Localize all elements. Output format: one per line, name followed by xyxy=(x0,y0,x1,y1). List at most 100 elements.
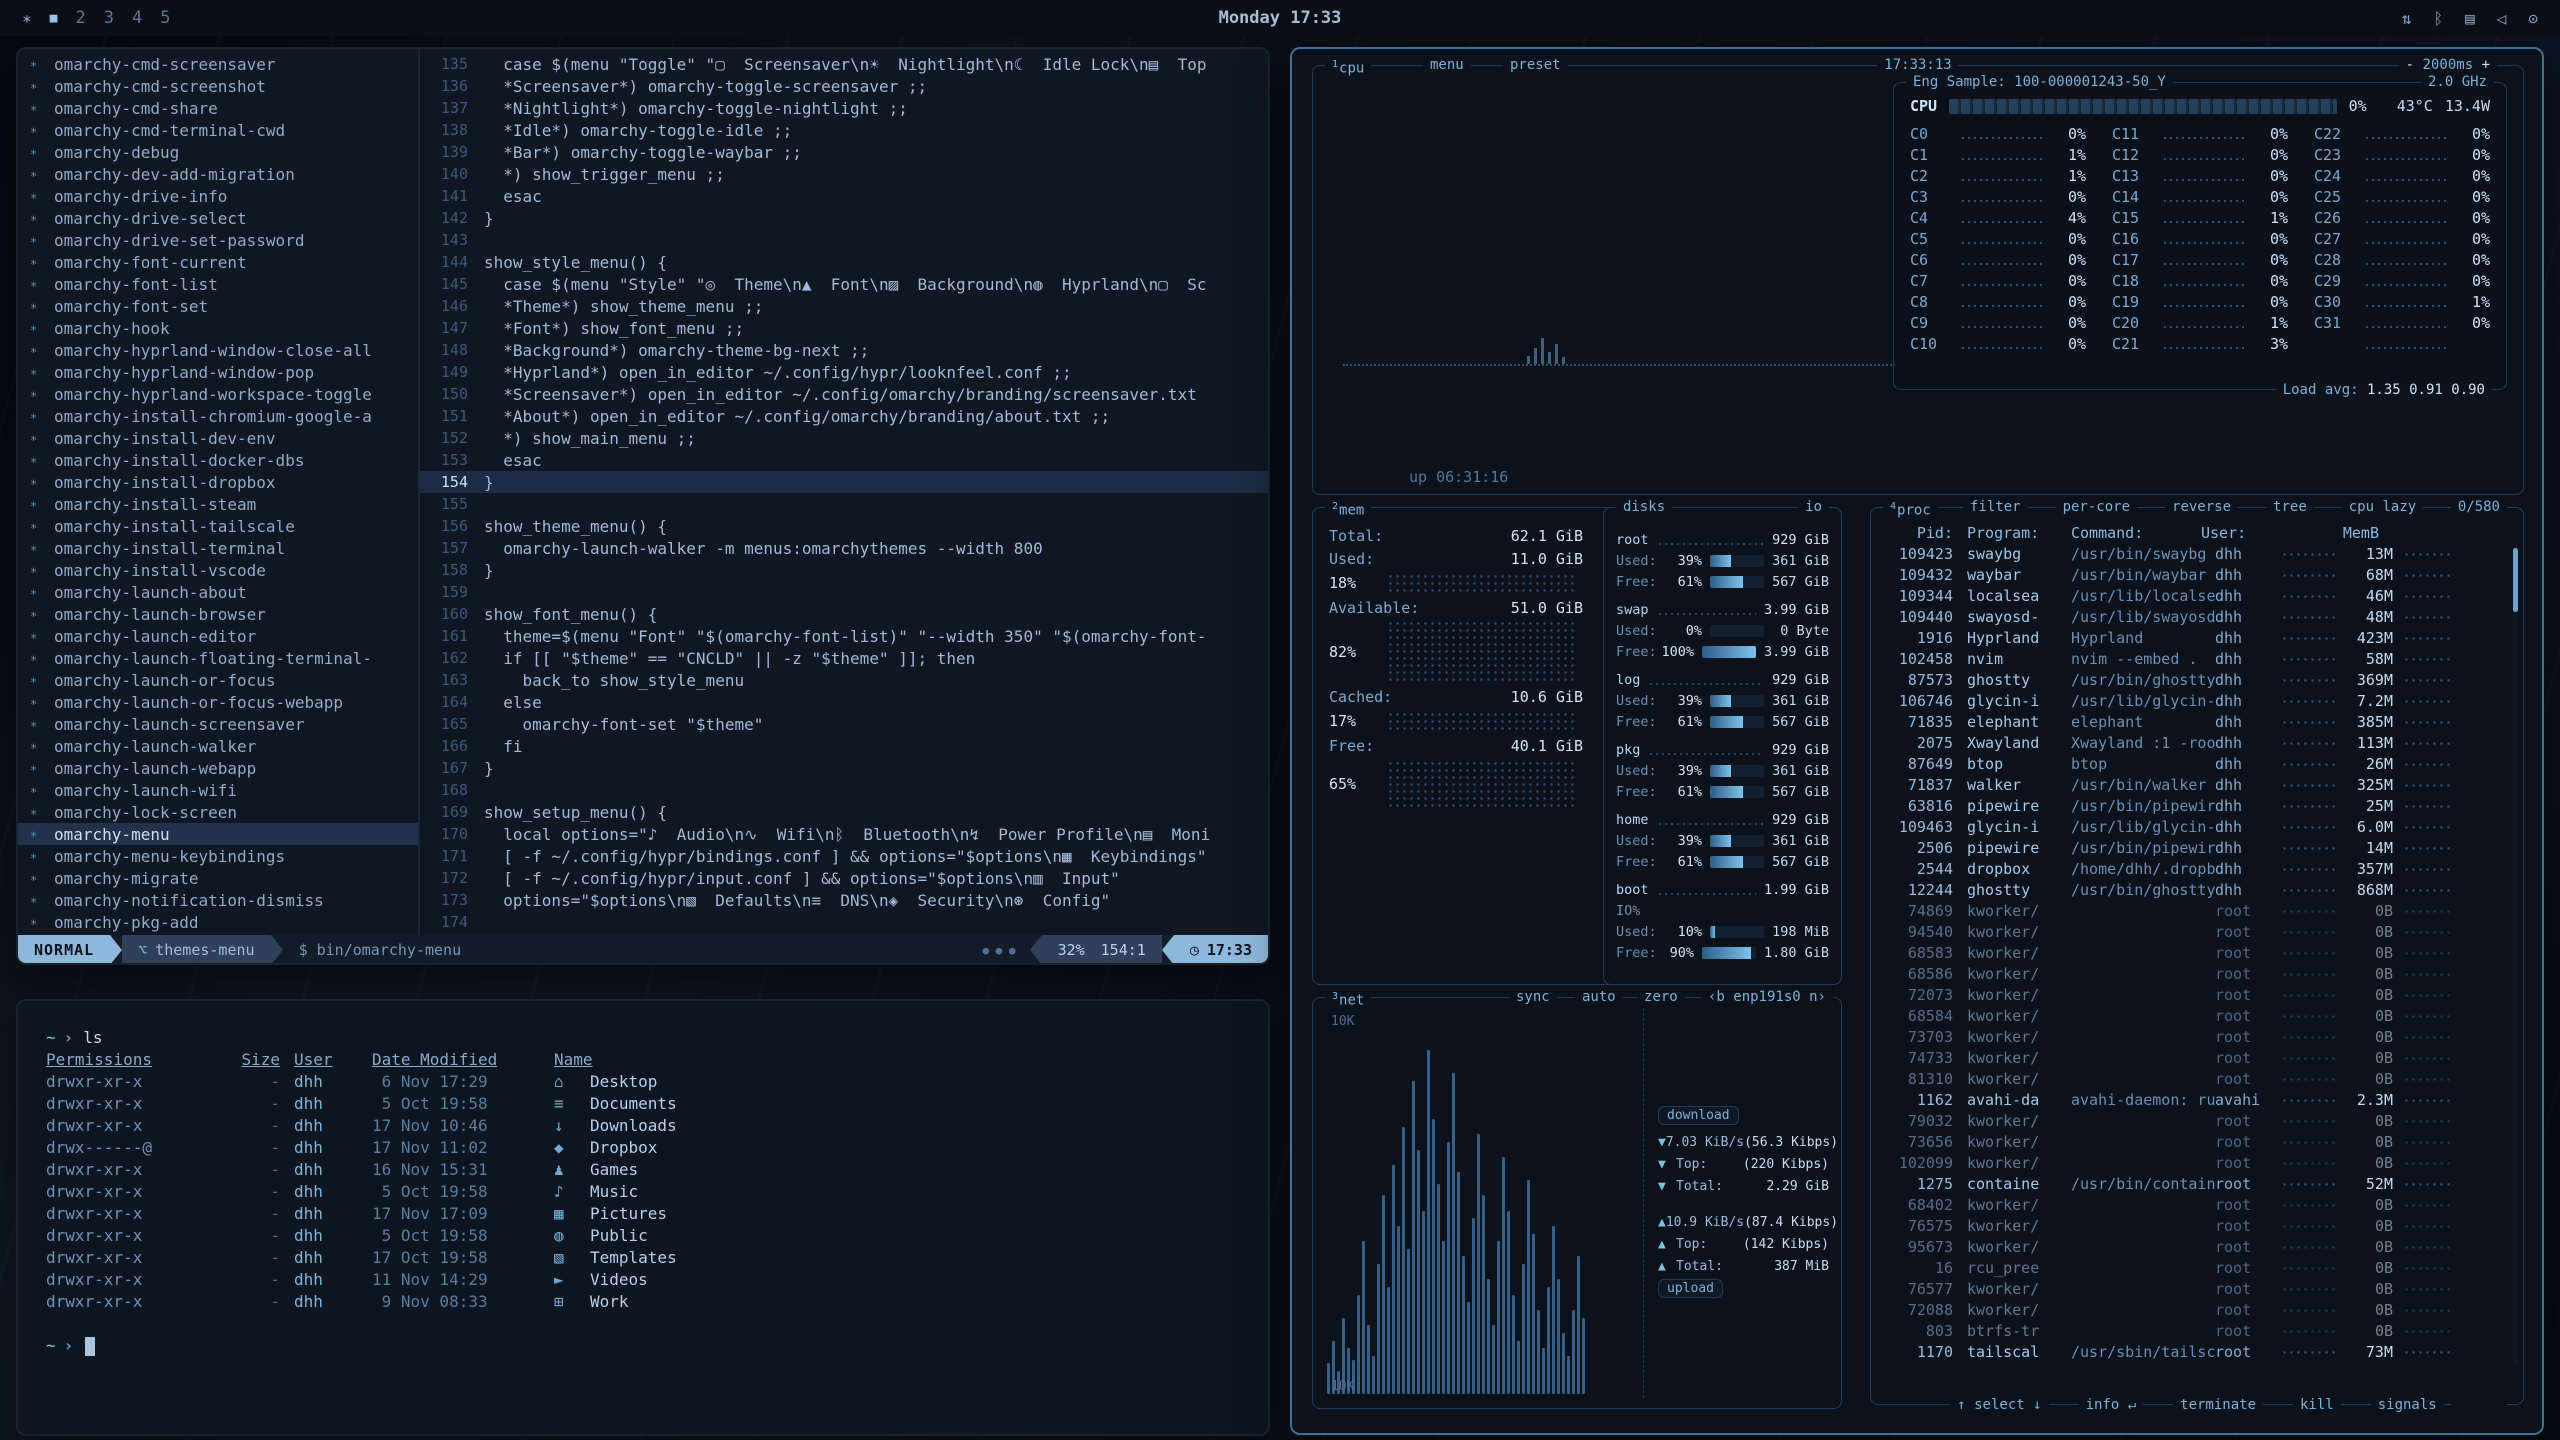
code-line[interactable]: 143 xyxy=(420,229,1268,251)
net-auto-button[interactable]: auto xyxy=(1575,987,1623,1007)
file-row[interactable]: ∗ omarchy-launch-wifi xyxy=(18,779,418,801)
display-icon[interactable]: ▤ xyxy=(2465,9,2475,28)
proc-footer-button[interactable]: info ↵ xyxy=(2079,1395,2144,1415)
file-row[interactable]: ∗ omarchy-migrate xyxy=(18,867,418,889)
code-line[interactable]: 168 xyxy=(420,779,1268,801)
code-line[interactable]: 163 back_to show_style_menu xyxy=(420,669,1268,691)
process-row[interactable]: 1162 avahi-da avahi-daemon: running [ av… xyxy=(1871,1089,2523,1110)
process-row[interactable]: 87573 ghostty /usr/bin/ghostty --gtk- dh… xyxy=(1871,669,2523,690)
preset-button[interactable]: preset xyxy=(1503,55,1568,75)
process-row[interactable]: 68583 kworker/ root 0B 0.0 xyxy=(1871,942,2523,963)
col-pid[interactable]: Pid: xyxy=(1881,524,1953,542)
process-row[interactable]: 71835 elephant elephant dhh 385M 0.0 xyxy=(1871,711,2523,732)
process-row[interactable]: 73703 kworker/ root 0B 0.0 xyxy=(1871,1026,2523,1047)
folder-name[interactable]: Videos xyxy=(590,1269,1240,1291)
vpn-icon[interactable]: ⇅ xyxy=(2402,9,2412,28)
code-line[interactable]: 171 [ -f ~/.config/hypr/bindings.conf ] … xyxy=(420,845,1268,867)
code-line[interactable]: 167 } xyxy=(420,757,1268,779)
file-row[interactable]: ∗ omarchy-install-steam xyxy=(18,493,418,515)
proc-footer-button[interactable]: signals xyxy=(2371,1395,2444,1415)
workspace-button[interactable]: 3 xyxy=(104,8,114,28)
menu-button[interactable]: menu xyxy=(1423,55,1471,75)
process-row[interactable]: 803 btrfs-tr root 0B 0.0 xyxy=(1871,1320,2523,1341)
process-row[interactable]: 63816 pipewire /usr/bin/pipewire dhh 25M… xyxy=(1871,795,2523,816)
code-line[interactable]: 162 if [[ "$theme" == "CNCLD" || -z "$th… xyxy=(420,647,1268,669)
file-row[interactable]: ∗ omarchy-drive-select xyxy=(18,207,418,229)
file-row[interactable]: ∗ omarchy-launch-browser xyxy=(18,603,418,625)
folder-name[interactable]: Templates xyxy=(590,1247,1240,1269)
process-row[interactable]: 72073 kworker/ root 0B 0.0 xyxy=(1871,984,2523,1005)
file-row[interactable]: ∗ omarchy-install-dev-env xyxy=(18,427,418,449)
file-row[interactable]: ∗ omarchy-cmd-share xyxy=(18,97,418,119)
file-row[interactable]: ∗ omarchy-launch-about xyxy=(18,581,418,603)
process-row[interactable]: 72088 kworker/ root 0B 0.0 xyxy=(1871,1299,2523,1320)
file-row[interactable]: ∗ omarchy-install-vscode xyxy=(18,559,418,581)
folder-name[interactable]: Desktop xyxy=(590,1071,1240,1093)
col-command[interactable]: Command: xyxy=(2057,524,2201,542)
file-row[interactable]: ∗ omarchy-hyprland-workspace-toggle xyxy=(18,383,418,405)
code-line[interactable]: 148 *Background*) omarchy-theme-bg-next … xyxy=(420,339,1268,361)
process-row[interactable]: 1275 containe /usr/bin/containerd root 5… xyxy=(1871,1173,2523,1194)
code-line[interactable]: 137 *Nightlight*) omarchy-toggle-nightli… xyxy=(420,97,1268,119)
code-line[interactable]: 161 theme=$(menu "Font" "$(omarchy-font-… xyxy=(420,625,1268,647)
prompt-line[interactable]: ~› xyxy=(46,1335,1240,1357)
code-line[interactable]: 147 *Font*) show_font_menu ;; xyxy=(420,317,1268,339)
proc-option-button[interactable]: filter xyxy=(1963,497,2028,517)
code-line[interactable]: 141 esac xyxy=(420,185,1268,207)
code-line[interactable]: 159 xyxy=(420,581,1268,603)
net-sync-button[interactable]: sync xyxy=(1509,987,1557,1007)
proc-option-button[interactable]: reverse xyxy=(2165,497,2238,517)
code-line[interactable]: 139 *Bar*) omarchy-toggle-waybar ;; xyxy=(420,141,1268,163)
code-line[interactable]: 172 [ -f ~/.config/hypr/input.conf ] && … xyxy=(420,867,1268,889)
disks-title[interactable]: disks xyxy=(1616,497,1672,517)
code-line[interactable]: 174 xyxy=(420,911,1268,933)
cpu-box-title[interactable]: 1cpu xyxy=(1325,55,1371,79)
process-row[interactable]: 16 rcu_pree root 0B 0.0 xyxy=(1871,1257,2523,1278)
process-row[interactable]: 2506 pipewire /usr/bin/pipewire-pulse dh… xyxy=(1871,837,2523,858)
process-row[interactable]: 95673 kworker/ root 0B 0.0 xyxy=(1871,1236,2523,1257)
folder-name[interactable]: Work xyxy=(590,1291,1240,1313)
code-line[interactable]: 140 *) show_trigger_menu ;; xyxy=(420,163,1268,185)
proc-footer-button[interactable]: ↑ select ↓ xyxy=(1950,1395,2048,1415)
power-icon[interactable]: ⊙ xyxy=(2528,9,2538,28)
code-line[interactable]: 152 *) show_main_menu ;; xyxy=(420,427,1268,449)
col-mem[interactable]: MemB xyxy=(2329,524,2379,542)
code-line[interactable]: 173 options="$options\n▧ Defaults\n≡ DNS… xyxy=(420,889,1268,911)
code-line[interactable]: 135 case $(menu "Toggle" "▢ Screensaver\… xyxy=(420,53,1268,75)
folder-name[interactable]: Downloads xyxy=(590,1115,1240,1137)
file-row[interactable]: ∗ omarchy-menu xyxy=(18,823,418,845)
process-row[interactable]: 1916 Hyprland Hyprland dhh 423M 0.0 xyxy=(1871,627,2523,648)
file-row[interactable]: ∗ omarchy-font-current xyxy=(18,251,418,273)
process-row[interactable]: 68586 kworker/ root 0B 0.0 xyxy=(1871,963,2523,984)
file-row[interactable]: ∗ omarchy-install-tailscale xyxy=(18,515,418,537)
file-row[interactable]: ∗ omarchy-menu-keybindings xyxy=(18,845,418,867)
code-line[interactable]: 157 omarchy-launch-walker -m menus:omarc… xyxy=(420,537,1268,559)
net-box-title[interactable]: 3net xyxy=(1325,987,1371,1011)
process-row[interactable]: 68584 kworker/ root 0B 0.0 xyxy=(1871,1005,2523,1026)
process-row[interactable]: 79032 kworker/ root 0B 0.0 xyxy=(1871,1110,2523,1131)
io-toggle[interactable]: io xyxy=(1798,497,1829,517)
code-line[interactable]: 158 } xyxy=(420,559,1268,581)
process-row[interactable]: 102458 nvim nvim --embed . dhh 58M 0.0 xyxy=(1871,648,2523,669)
code-line[interactable]: 146 *Theme*) show_theme_menu ;; xyxy=(420,295,1268,317)
process-row[interactable]: 68402 kworker/ root 0B 0.0 xyxy=(1871,1194,2523,1215)
code-line[interactable]: 166 fi xyxy=(420,735,1268,757)
file-row[interactable]: ∗ omarchy-lock-screen xyxy=(18,801,418,823)
file-row[interactable]: ∗ omarchy-font-set xyxy=(18,295,418,317)
col-program[interactable]: Program: xyxy=(1953,524,2057,542)
file-row[interactable]: ∗ omarchy-hyprland-window-close-all xyxy=(18,339,418,361)
process-row[interactable]: 109432 waybar /usr/bin/waybar dhh 68M 0.… xyxy=(1871,564,2523,585)
process-row[interactable]: 73656 kworker/ root 0B 0.0 xyxy=(1871,1131,2523,1152)
file-row[interactable]: ∗ omarchy-drive-info xyxy=(18,185,418,207)
proc-scrollbar[interactable] xyxy=(2513,548,2518,1364)
process-row[interactable]: 109463 glycin-i /usr/lib/glycin-loaders … xyxy=(1871,816,2523,837)
proc-footer-button[interactable]: kill xyxy=(2293,1395,2341,1415)
process-row[interactable]: 94540 kworker/ root 0B 0.0 xyxy=(1871,921,2523,942)
omarchy-logo-icon[interactable]: ∗ xyxy=(22,9,32,28)
code-line[interactable]: 169 show_setup_menu() { xyxy=(420,801,1268,823)
workspace-button[interactable]: 5 xyxy=(160,8,170,28)
folder-name[interactable]: Public xyxy=(590,1225,1240,1247)
file-row[interactable]: ∗ omarchy-debug xyxy=(18,141,418,163)
proc-option-button[interactable]: per-core xyxy=(2056,497,2137,517)
code-line[interactable]: 145 case $(menu "Style" "◎ Theme\n▲ Font… xyxy=(420,273,1268,295)
